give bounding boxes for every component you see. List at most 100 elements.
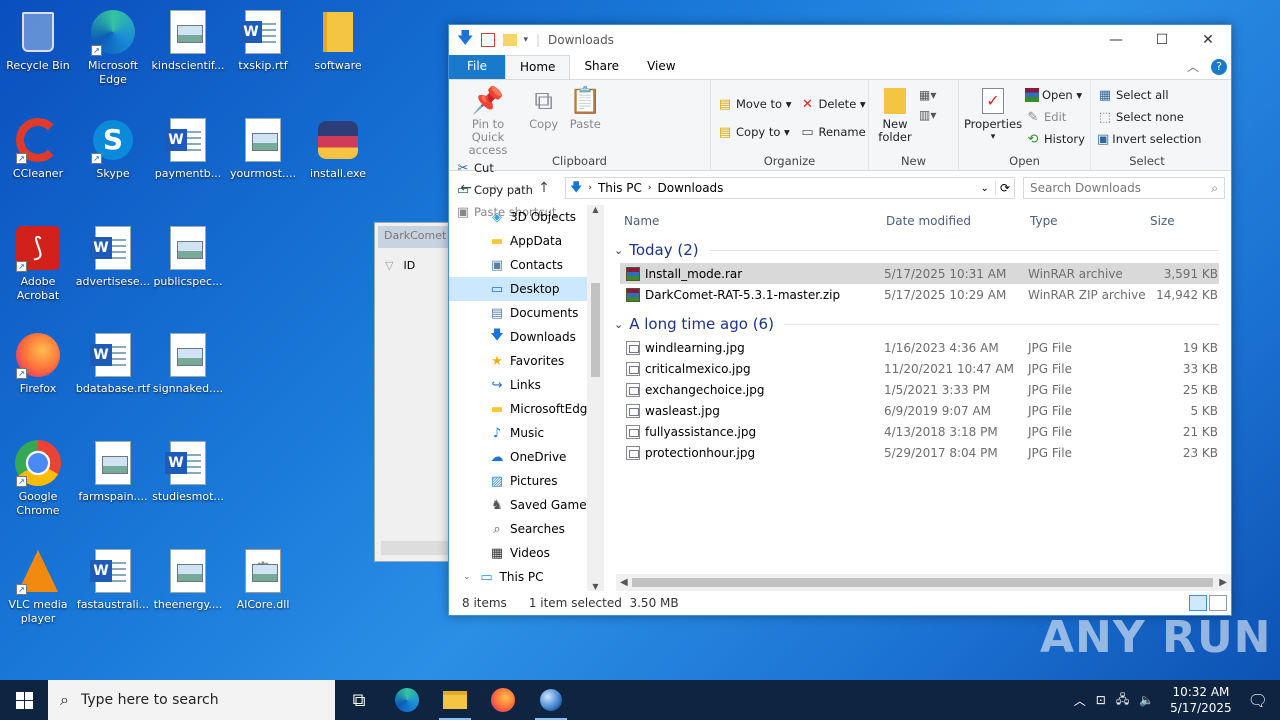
desktop-icon[interactable]: farmspain....: [75, 439, 151, 504]
desktop-icon[interactable]: S ↗ Skype: [75, 116, 151, 181]
column-type[interactable]: Type: [1010, 214, 1130, 228]
nav-item[interactable]: ↪ Links: [449, 373, 604, 397]
desktop-icon[interactable]: yourmost....: [225, 116, 301, 181]
file-row[interactable]: exchangechoice.jpg 1/5/2021 3:33 PM JPG Fi…: [620, 379, 1219, 400]
file-group-header[interactable]: ⌄ Today (2): [604, 237, 1231, 263]
move-to-button[interactable]: ▤ Move to ▾: [717, 90, 792, 118]
select-all-button[interactable]: ▦ Select all: [1097, 84, 1197, 106]
breadcrumb-this-pc[interactable]: This PC: [598, 181, 642, 195]
horizontal-scrollbar[interactable]: ◀ ▶: [616, 574, 1231, 591]
select-none-button[interactable]: ⬚ Select none: [1097, 106, 1197, 128]
tab-home[interactable]: Home: [505, 55, 571, 79]
column-name[interactable]: Name: [604, 214, 866, 228]
desktop-icon[interactable]: ↗ VLC media player: [0, 547, 76, 626]
task-view-icon[interactable]: ⧉: [335, 680, 383, 720]
easy-access-icon[interactable]: ▥▾: [919, 108, 936, 122]
column-date-modified[interactable]: Date modified: [866, 214, 1010, 228]
file-row[interactable]: windlearning.jpg 1/16/2023 4:36 AM JPG Fil…: [620, 337, 1219, 358]
properties-button[interactable]: ✓ Properties ▾: [964, 84, 1022, 150]
nav-item[interactable]: ⌕ Searches: [449, 517, 604, 541]
navigation-scrollbar[interactable]: ▲ ▼: [587, 205, 604, 591]
file-group-header[interactable]: ⌄ A long time ago (6): [604, 311, 1231, 337]
nav-item[interactable]: ⌄ ▭ This PC: [449, 565, 604, 589]
delete-button[interactable]: ✕ Delete ▾: [799, 90, 866, 118]
nav-item[interactable]: ▨ Pictures: [449, 469, 604, 493]
nav-item[interactable]: ▤ Documents: [449, 301, 604, 325]
desktop-icon[interactable]: ⚙ AICore.dll: [225, 547, 301, 612]
address-dropdown-icon[interactable]: ⌄: [981, 183, 989, 194]
start-button[interactable]: [0, 680, 48, 720]
large-icons-view-icon[interactable]: [1209, 595, 1227, 611]
open-button[interactable]: Open ▾: [1025, 84, 1085, 106]
column-size[interactable]: Size: [1130, 214, 1200, 228]
network-icon[interactable]: 🖧: [1116, 690, 1129, 711]
invert-selection-button[interactable]: ▣ Invert selection: [1097, 128, 1201, 150]
clock[interactable]: 10:32 AM 5/17/2025: [1170, 684, 1232, 716]
nav-item[interactable]: ◈ 3D Objects: [449, 205, 604, 229]
rename-button[interactable]: ▭ Rename: [799, 118, 865, 146]
taskbar-search-box[interactable]: ⌕ Type here to search: [48, 680, 335, 720]
new-item-icon[interactable]: ▦▾: [919, 88, 936, 102]
nav-item[interactable]: ▬ AppData: [449, 229, 604, 253]
desktop-icon[interactable]: kindscientif...: [150, 8, 226, 73]
scroll-right-icon[interactable]: ▶: [1219, 577, 1227, 588]
expand-chevron-icon[interactable]: ⌄: [463, 572, 471, 582]
volume-icon[interactable]: 🔈: [1139, 693, 1154, 707]
desktop-icon[interactable]: software: [300, 8, 376, 73]
desktop-icon[interactable]: ⟆ ↗ Adobe Acrobat: [0, 224, 76, 303]
desktop-icon[interactable]: Wfastaustrali...: [75, 547, 151, 612]
copy-path-button[interactable]: ▭ Copy path: [455, 179, 556, 201]
device-icon[interactable]: ⊡: [1096, 693, 1106, 707]
nav-item[interactable]: ♪ Music: [449, 421, 604, 445]
details-view-icon[interactable]: [1189, 595, 1207, 611]
desktop-icon[interactable]: install.exe: [300, 116, 376, 181]
copy-button[interactable]: ⧉ Copy: [525, 84, 563, 131]
desktop-icon[interactable]: signnaked....: [150, 331, 226, 396]
file-row[interactable]: protectionhour.jpg 5/29/2017 8:04 PM JPG F…: [620, 442, 1219, 463]
history-button[interactable]: ⟲ History: [1025, 128, 1085, 150]
desktop-icon[interactable]: ↗ Microsoft Edge: [75, 8, 151, 87]
darkcomet-taskbar-icon[interactable]: [527, 680, 575, 720]
tab-view[interactable]: View: [633, 55, 689, 79]
edit-button[interactable]: ✎ Edit: [1025, 106, 1085, 128]
nav-item[interactable]: ▦ Videos: [449, 541, 604, 565]
background-window-scrollbar[interactable]: [381, 541, 453, 555]
copy-to-button[interactable]: ▤ Copy to ▾: [717, 118, 791, 146]
desktop-icon[interactable]: ↗ Google Chrome: [0, 439, 76, 518]
nav-item[interactable]: 🡇 Downloads: [449, 325, 604, 349]
desktop-icon[interactable]: Wstudiesmot...: [150, 439, 226, 504]
firefox-taskbar-icon[interactable]: [479, 680, 527, 720]
scrollbar-thumb[interactable]: [591, 283, 600, 377]
refresh-icon[interactable]: ⟳: [994, 181, 1014, 195]
nav-item[interactable]: ♞ Saved Games: [449, 493, 604, 517]
file-row[interactable]: criticalmexico.jpg 11/20/2021 10:47 AM JPG…: [620, 358, 1219, 379]
file-explorer-taskbar-icon[interactable]: [431, 680, 479, 720]
customize-toolbar-icon[interactable]: ▾: [523, 35, 528, 45]
properties-quick-icon[interactable]: [481, 33, 496, 47]
desktop-icon[interactable]: ↗ CCleaner: [0, 116, 76, 181]
address-bar[interactable]: 🡇 › This PC › Downloads ⌄ ⟳: [565, 177, 1015, 199]
nav-item[interactable]: ★ Favorites: [449, 349, 604, 373]
collapse-ribbon-icon[interactable]: ︿: [1187, 58, 1199, 75]
desktop-icon[interactable]: Wpaymentb...: [150, 116, 226, 181]
paste-button[interactable]: 📋 Paste: [566, 84, 604, 131]
file-row[interactable]: wasleast.jpg 6/9/2019 9:07 AM JPG File 5 KB: [620, 400, 1219, 421]
tab-file[interactable]: File: [449, 55, 505, 79]
minimize-button[interactable]: —: [1093, 25, 1139, 55]
help-icon[interactable]: ?: [1211, 59, 1227, 75]
desktop-icon[interactable]: theenergy....: [150, 547, 226, 612]
desktop-icon[interactable]: Recycle Bin: [0, 8, 76, 73]
file-row[interactable]: fullyassistance.jpg 4/13/2018 3:18 PM JPG …: [620, 421, 1219, 442]
nav-item[interactable]: ▣ Contacts: [449, 253, 604, 277]
desktop-icon[interactable]: Wbdatabase.rtf: [75, 331, 151, 396]
nav-item[interactable]: ▭ Desktop: [449, 277, 604, 301]
file-row[interactable]: DarkComet-RAT-5.3.1-master.zip 5/17/2025 …: [620, 284, 1219, 305]
horizontal-scrollbar-thumb[interactable]: [632, 578, 1213, 587]
scroll-up-icon[interactable]: ▲: [587, 205, 604, 214]
desktop-icon[interactable]: Wtxskip.rtf: [225, 8, 301, 73]
background-window[interactable]: DarkComet ▽ ID: [374, 222, 454, 562]
desktop-icon[interactable]: publicspec...: [150, 224, 226, 289]
search-input[interactable]: Search Downloads ⌕: [1023, 177, 1225, 199]
desktop-icon[interactable]: ↗ Firefox: [0, 331, 76, 396]
notifications-icon[interactable]: 🗨: [1248, 691, 1268, 710]
